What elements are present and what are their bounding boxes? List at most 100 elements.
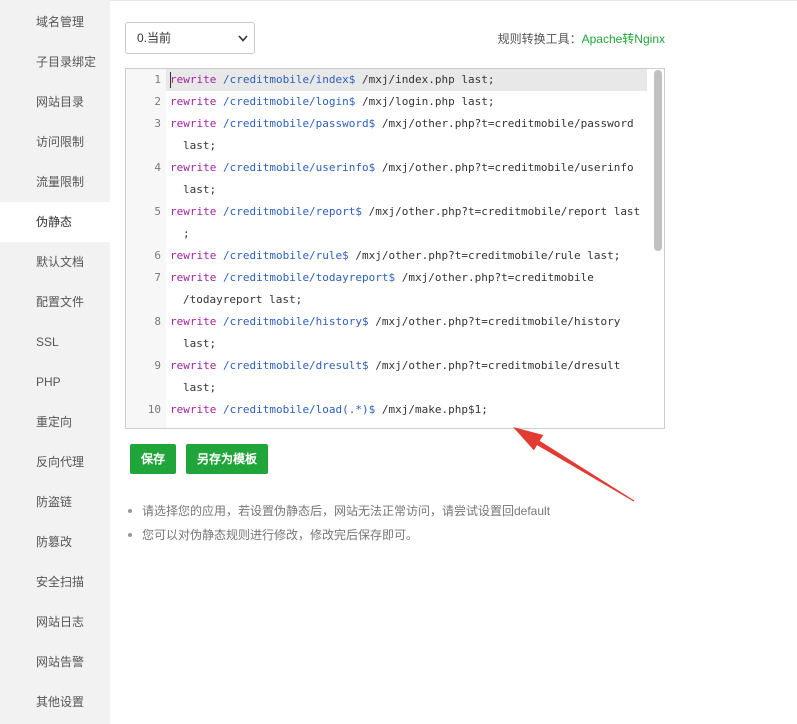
code-row-wrapped: last;	[126, 333, 647, 355]
sidebar-item-domain-management[interactable]: 域名管理	[0, 2, 110, 42]
rewrite-keyword: rewrite	[170, 359, 217, 372]
sidebar-item-security-scan[interactable]: 安全扫描	[0, 562, 110, 602]
rewrite-target-continued: ;	[183, 227, 190, 240]
rewrite-target: /mxj/login.php last;	[362, 95, 495, 108]
rewrite-target: /mxj/other.php?t=creditmobile/rule last;	[355, 249, 621, 262]
apache-to-nginx-link[interactable]: Apache转Nginx	[582, 32, 665, 46]
code-line[interactable]: 8 rewrite/creditmobile/history$/mxj/other…	[126, 311, 647, 355]
top-divider	[110, 0, 797, 1]
rewrite-keyword: rewrite	[170, 315, 217, 328]
sidebar-item-config-file[interactable]: 配置文件	[0, 282, 110, 322]
sidebar-item-subdirectory-binding[interactable]: 子目录绑定	[0, 42, 110, 82]
sidebar-item-access-restriction[interactable]: 访问限制	[0, 122, 110, 162]
rewrite-keyword: rewrite	[170, 205, 217, 218]
rewrite-keyword: rewrite	[170, 95, 217, 108]
code-row: rewrite/creditmobile/history$ /mxj/other.…	[126, 311, 647, 333]
sidebar-item-ssl[interactable]: SSL	[0, 322, 110, 362]
code-row: rewrite/creditmobile/login$ /mxj/login.ph…	[126, 91, 647, 113]
rewrite-pattern: /creditmobile/report$	[222, 205, 363, 218]
rewrite-keyword: rewrite	[170, 161, 217, 174]
sidebar-item-tamper-protection[interactable]: 防篡改	[0, 522, 110, 562]
text-cursor	[170, 72, 171, 88]
code-row-wrapped: last;	[126, 377, 647, 399]
settings-sidebar: 域名管理 子目录绑定 网站目录 访问限制 流量限制 伪静态 默认文档 配置文件 …	[0, 0, 110, 724]
code-row: rewrite/creditmobile/dresult$ /mxj/other.…	[126, 355, 647, 377]
save-as-template-button[interactable]: 另存为模板	[186, 444, 268, 474]
sidebar-item-reverse-proxy[interactable]: 反向代理	[0, 442, 110, 482]
rewrite-pattern: /creditmobile/password$	[222, 117, 376, 130]
rewrite-target: /mxj/index.php last;	[362, 73, 495, 86]
rule-converter-label: 规则转换工具：	[497, 32, 582, 46]
code-line[interactable]: 2 rewrite/creditmobile/login$/mxj/login.p…	[126, 91, 647, 113]
code-line[interactable]: 9 rewrite/creditmobile/dresult$/mxj/other…	[126, 355, 647, 399]
code-row-wrapped: last;	[126, 135, 647, 157]
rewrite-target: /mxj/other.php?t=creditmobile/dresult	[375, 359, 621, 372]
tip-text: 您可以对伪静态规则进行修改，修改完后保存即可。	[142, 528, 419, 542]
rewrite-template-select[interactable]: 0.当前	[125, 22, 255, 54]
rewrite-target: /mxj/other.php?t=creditmobile/userinfo	[381, 161, 634, 174]
rewrite-pattern: /creditmobile/todayreport$	[222, 271, 396, 284]
code-lines[interactable]: 1 rewrite/creditmobile/index$/mxj/index.p…	[126, 69, 647, 421]
rewrite-keyword: rewrite	[170, 117, 217, 130]
rewrite-keyword: rewrite	[170, 249, 217, 262]
rewrite-pattern: /creditmobile/load(.*)$	[222, 403, 376, 416]
code-row-wrapped: /todayreport last;	[126, 289, 647, 311]
bullet-icon	[128, 533, 132, 537]
editor-scrollbar-thumb[interactable]	[654, 70, 662, 251]
code-row: rewrite/creditmobile/password$ /mxj/other…	[126, 113, 647, 135]
sidebar-item-traffic-limit[interactable]: 流量限制	[0, 162, 110, 202]
rewrite-target-continued: /todayreport last;	[183, 293, 303, 306]
rewrite-target: /mxj/other.php?t=creditmobile/history	[375, 315, 621, 328]
code-line[interactable]: 4 rewrite/creditmobile/userinfo$/mxj/othe…	[126, 157, 647, 201]
sidebar-item-redirect[interactable]: 重定向	[0, 402, 110, 442]
rewrite-target-continued: last;	[183, 183, 217, 196]
rewrite-keyword: rewrite	[170, 73, 217, 86]
rewrite-target: /mxj/other.php?t=creditmobile/password	[381, 117, 634, 130]
rewrite-pattern: /creditmobile/login$	[222, 95, 356, 108]
rewrite-pattern: /creditmobile/history$	[222, 315, 369, 328]
code-row: rewrite/creditmobile/report$ /mxj/other.p…	[126, 201, 647, 223]
code-row: rewrite/creditmobile/todayreport$ /mxj/ot…	[126, 267, 647, 289]
rewrite-template-select-value: 0.当前	[137, 31, 172, 45]
code-line[interactable]: 3 rewrite/creditmobile/password$/mxj/othe…	[126, 113, 647, 157]
save-button[interactable]: 保存	[130, 444, 176, 474]
sidebar-item-site-logs[interactable]: 网站日志	[0, 602, 110, 642]
rewrite-target: /mxj/make.php$1;	[381, 403, 488, 416]
help-tips: 请选择您的应用，若设置伪静态后，网站无法正常访问，请尝试设置回default 您…	[127, 503, 550, 551]
code-row: rewrite/creditmobile/index$ /mxj/index.ph…	[126, 69, 647, 91]
code-row: rewrite/creditmobile/userinfo$ /mxj/other…	[126, 157, 647, 179]
tip-text: 请选择您的应用，若设置伪静态后，网站无法正常访问，请尝试设置回default	[142, 504, 551, 518]
tip-item: 您可以对伪静态规则进行修改，修改完后保存即可。	[127, 527, 550, 551]
rule-converter: 规则转换工具：Apache转Nginx	[498, 31, 665, 47]
sidebar-item-default-document[interactable]: 默认文档	[0, 242, 110, 282]
rewrite-pattern: /creditmobile/index$	[222, 73, 356, 86]
rewrite-keyword: rewrite	[170, 271, 217, 284]
code-row-wrapped: last;	[126, 179, 647, 201]
sidebar-item-rewrite[interactable]: 伪静态	[0, 202, 110, 242]
sidebar-item-hotlink-protection[interactable]: 防盗链	[0, 482, 110, 522]
rewrite-keyword: rewrite	[170, 403, 217, 416]
tip-item: 请选择您的应用，若设置伪静态后，网站无法正常访问，请尝试设置回default	[127, 503, 550, 527]
sidebar-item-site-alerts[interactable]: 网站告警	[0, 642, 110, 682]
sidebar-item-other-settings[interactable]: 其他设置	[0, 682, 110, 722]
rewrite-pattern: /creditmobile/rule$	[222, 249, 349, 262]
sidebar-item-php[interactable]: PHP	[0, 362, 110, 402]
rewrite-target-continued: last;	[183, 139, 217, 152]
code-line[interactable]: 10 rewrite/creditmobile/load(.*)$/mxj/mak…	[126, 399, 647, 421]
code-row: rewrite/creditmobile/load(.*)$ /mxj/make.…	[126, 399, 647, 421]
rewrite-rule-editor[interactable]: 1 rewrite/creditmobile/index$/mxj/index.p…	[125, 68, 665, 429]
rewrite-pattern: /creditmobile/dresult$	[222, 359, 369, 372]
code-line[interactable]: 1 rewrite/creditmobile/index$/mxj/index.p…	[126, 69, 647, 91]
code-line[interactable]: 5 rewrite/creditmobile/report$/mxj/other.…	[126, 201, 647, 245]
code-line[interactable]: 6 rewrite/creditmobile/rule$/mxj/other.ph…	[126, 245, 647, 267]
sidebar-item-site-directory[interactable]: 网站目录	[0, 82, 110, 122]
rewrite-target: /mxj/other.php?t=creditmobile/report las…	[368, 205, 641, 218]
bullet-icon	[128, 509, 132, 513]
rewrite-target-continued: last;	[183, 337, 217, 350]
rewrite-pattern: /creditmobile/userinfo$	[222, 161, 376, 174]
rewrite-target: /mxj/other.php?t=creditmobile	[401, 271, 594, 284]
code-row-wrapped: ;	[126, 223, 647, 245]
code-line[interactable]: 7 rewrite/creditmobile/todayreport$/mxj/o…	[126, 267, 647, 311]
chevron-down-icon	[238, 35, 248, 42]
rewrite-target-continued: last;	[183, 381, 217, 394]
